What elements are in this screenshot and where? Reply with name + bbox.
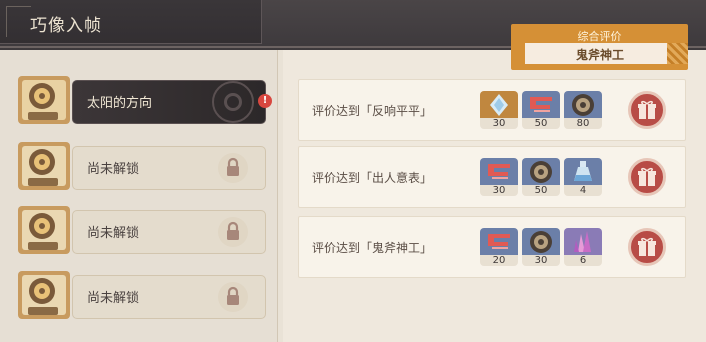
claim-gift-button[interactable] xyxy=(628,158,666,196)
gadget-icon xyxy=(18,206,70,254)
item-count: 20 xyxy=(480,255,518,266)
gadget-icon xyxy=(18,76,70,124)
reward-row: 评价达到「出人意表」 30 50 4 xyxy=(298,146,686,208)
claim-gift-button[interactable] xyxy=(628,228,666,266)
gear-coin-icon[interactable]: 50 xyxy=(522,158,560,196)
reward-row: 评价达到「反响平平」 30 50 80 xyxy=(298,79,686,141)
reward-requirement: 评价达到「反响平平」 xyxy=(312,104,433,118)
level-name: 尚未解锁 xyxy=(87,291,140,306)
reward-requirement: 评价达到「出人意表」 xyxy=(312,171,433,185)
rating-label: 综合评价 xyxy=(577,30,622,43)
claim-gift-button[interactable] xyxy=(628,91,666,129)
overall-rating: 综合评价 鬼斧神工 xyxy=(511,24,688,70)
red-material-icon[interactable]: 50 xyxy=(522,91,560,129)
level-item-locked[interactable]: 尚未解锁 xyxy=(10,267,266,323)
primogem-crystal-icon[interactable]: 30 xyxy=(480,91,518,129)
level-item-locked[interactable]: 尚未解锁 xyxy=(10,202,266,258)
level-item-locked[interactable]: 尚未解锁 xyxy=(10,138,266,194)
item-count: 4 xyxy=(564,185,602,196)
rating-value-box: 鬼斧神工 xyxy=(525,43,675,64)
item-count: 30 xyxy=(522,255,560,266)
purple-crystal-icon[interactable]: 6 xyxy=(564,228,602,266)
level-list-panel: 太阳的方向 ! 尚未解锁 尚未解锁 尚未解锁 xyxy=(0,50,278,342)
level-item-sun-direction[interactable]: 太阳的方向 ! xyxy=(10,72,272,128)
red-material-icon[interactable]: 20 xyxy=(480,228,518,266)
rating-value: 鬼斧神工 xyxy=(575,48,624,62)
page-title: 巧像入帧 xyxy=(30,16,102,36)
item-count: 50 xyxy=(522,185,560,196)
red-material-icon[interactable]: 30 xyxy=(480,158,518,196)
new-badge: ! xyxy=(258,94,272,108)
gadget-icon xyxy=(18,271,70,319)
item-count: 6 xyxy=(564,255,602,266)
gear-coin-icon[interactable]: 30 xyxy=(522,228,560,266)
lock-icon xyxy=(218,153,248,183)
title-decoration xyxy=(6,6,31,37)
gadget-icon xyxy=(18,142,70,190)
gear-emblem-icon xyxy=(212,81,254,123)
potion-flask-icon[interactable]: 4 xyxy=(564,158,602,196)
gear-coin-icon[interactable]: 80 xyxy=(564,91,602,129)
reward-requirement: 评价达到「鬼斧神工」 xyxy=(312,241,433,255)
item-count: 30 xyxy=(480,185,518,196)
title-tab: 巧像入帧 xyxy=(0,0,262,44)
lock-icon xyxy=(218,282,248,312)
rating-stripes xyxy=(667,43,688,64)
reward-row: 评价达到「鬼斧神工」 20 30 6 xyxy=(298,216,686,278)
item-count: 80 xyxy=(564,118,602,129)
item-count: 30 xyxy=(480,118,518,129)
level-name: 尚未解锁 xyxy=(87,162,140,177)
lock-icon xyxy=(218,217,248,247)
level-name: 尚未解锁 xyxy=(87,226,140,241)
level-name: 太阳的方向 xyxy=(87,96,153,111)
item-count: 50 xyxy=(522,118,560,129)
